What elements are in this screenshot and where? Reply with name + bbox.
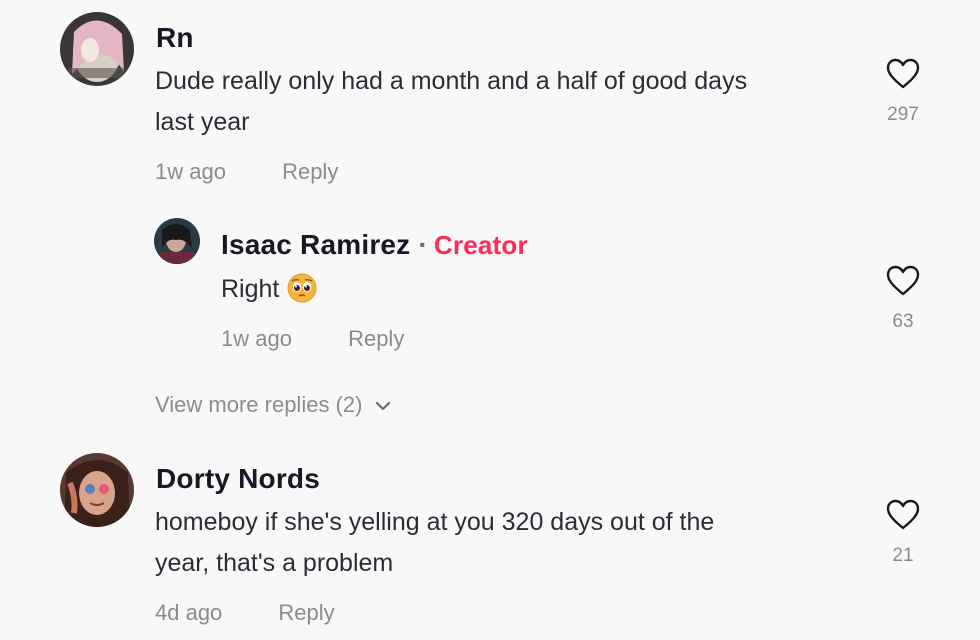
avatar[interactable] xyxy=(60,12,134,86)
creator-badge: Creator xyxy=(433,230,528,260)
heart-outline-icon[interactable] xyxy=(886,265,920,297)
view-more-label: View more replies (2) xyxy=(155,392,363,417)
comment-text-line: Dude really only had a month and a half … xyxy=(155,67,748,95)
badge-separator: · xyxy=(418,229,428,260)
reply-username[interactable]: Isaac Ramirez xyxy=(221,229,410,260)
reply-button[interactable]: Reply xyxy=(282,159,338,184)
like-control: 297 xyxy=(873,58,933,126)
comment-username[interactable]: Dorty Nords xyxy=(156,463,320,495)
comment-item: Dorty Nords homeboy if she's yelling at … xyxy=(0,440,980,640)
reply-button[interactable]: Reply xyxy=(278,600,334,625)
comment-text: homeboy if she's yelling at you 320 days… xyxy=(155,502,875,584)
like-count: 297 xyxy=(887,104,919,125)
reply-text: Right xyxy=(221,269,317,316)
reply-text-content: Right xyxy=(221,275,280,303)
like-count: 63 xyxy=(892,311,914,332)
comment-meta: 1w ago Reply xyxy=(155,159,338,185)
reply-button[interactable]: Reply xyxy=(348,326,404,351)
comment-meta: 4d ago Reply xyxy=(155,600,335,626)
comment-timestamp: 4d ago xyxy=(155,600,223,625)
heart-outline-icon[interactable] xyxy=(886,58,920,90)
comments-panel: Rn Dude really only had a month and a ha… xyxy=(0,0,980,640)
comment-text-line: homeboy if she's yelling at you 320 days… xyxy=(155,508,715,536)
comment-text: Dude really only had a month and a half … xyxy=(155,61,875,143)
reply-username-row: Isaac Ramirez · Creator xyxy=(221,229,528,261)
like-control: 21 xyxy=(873,499,933,567)
chevron-down-icon xyxy=(376,402,391,411)
view-more-replies-button[interactable]: View more replies (2) xyxy=(155,392,392,418)
reply-item: Isaac Ramirez · Creator Right 1w ago Rep… xyxy=(0,200,980,370)
avatar[interactable] xyxy=(60,453,134,527)
comment-username[interactable]: Rn xyxy=(156,22,194,54)
comment-text-line: year, that's a problem xyxy=(155,549,394,577)
reply-meta: 1w ago Reply xyxy=(221,326,404,352)
comment-item: Rn Dude really only had a month and a ha… xyxy=(0,0,980,200)
comment-timestamp: 1w ago xyxy=(155,159,226,184)
heart-outline-icon[interactable] xyxy=(886,499,920,531)
like-control: 63 xyxy=(873,265,933,333)
reply-timestamp: 1w ago xyxy=(221,326,292,351)
pleading-face-emoji xyxy=(287,273,317,316)
like-count: 21 xyxy=(892,545,914,566)
avatar[interactable] xyxy=(154,218,200,264)
comment-text-line: last year xyxy=(155,108,250,136)
